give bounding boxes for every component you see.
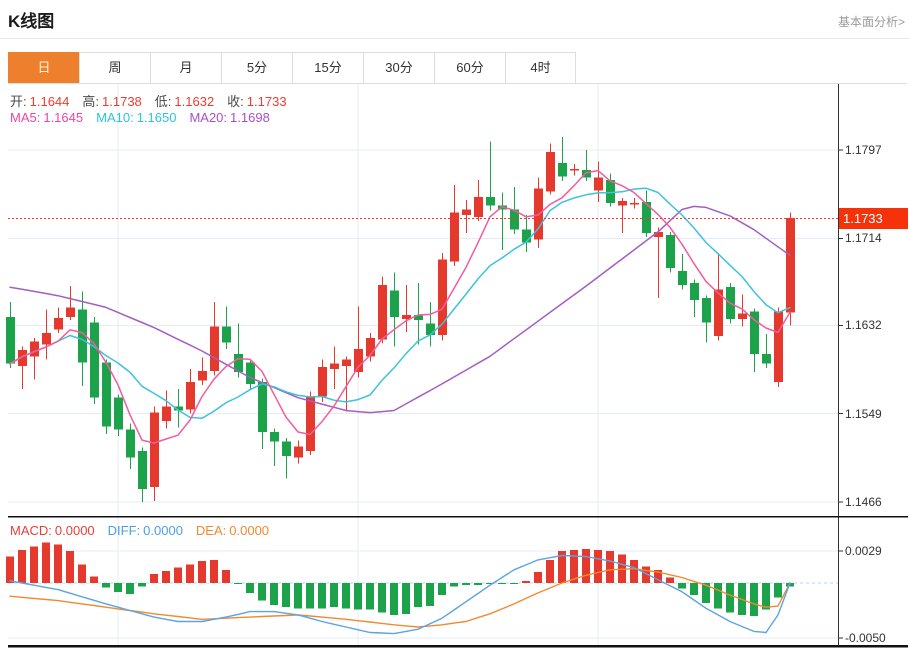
tab-月[interactable]: 月 [150, 52, 221, 83]
legend-close: 收: 1.1733 [227, 94, 287, 109]
macd-axis-label: -0.0050 [845, 631, 886, 645]
fundamental-analysis-link[interactable]: 基本面分析> [838, 13, 905, 30]
legend-diff: DIFF: 0.0000 [107, 523, 183, 538]
tab-bar: 日周月 5分 15分 30分 60分 4时 [8, 52, 907, 84]
tab-周[interactable]: 周 [79, 52, 150, 83]
kline-legend-ma: MA5: 1.1645 MA10: 1.1650 MA20: 1.1698 [10, 110, 283, 125]
macd-axis-label: 0.0029 [845, 544, 882, 559]
price-axis-label: 1.1714 [845, 231, 882, 246]
legend-ma10: MA10: 1.1650 [96, 110, 177, 125]
tab-15分[interactable]: 15分 [292, 52, 363, 83]
tab-30分[interactable]: 30分 [363, 52, 434, 83]
page-title: K线图 [8, 12, 55, 31]
macd-legend: MACD: 0.0000 DIFF: 0.0000 DEA: 0.0000 [10, 523, 282, 538]
legend-macd: MACD: 0.0000 [10, 523, 95, 538]
price-axis-label: 1.1466 [845, 494, 882, 509]
legend-ma20: MA20: 1.1698 [189, 110, 270, 125]
legend-high: 高: 1.1738 [82, 94, 142, 109]
kline-legend-ohlc: 开: 1.1644 高: 1.1738 低: 1.1632 收: 1.1733 [10, 91, 300, 110]
legend-ma5: MA5: 1.1645 [10, 110, 84, 125]
price-axis-label: 1.1549 [845, 406, 882, 421]
tab-5分[interactable]: 5分 [221, 52, 292, 83]
tab-4时[interactable]: 4时 [505, 52, 576, 83]
kline-page: K线图 基本面分析> 日周月 5分 15分 30分 60分 4时 开: 1.1644 高: 1.… [0, 0, 910, 649]
price-axis-label: 1.1632 [845, 318, 882, 333]
legend-low: 低: 1.1632 [154, 94, 215, 109]
current-price-tag: 1.1733 [839, 208, 908, 230]
tab-日[interactable]: 日 [8, 52, 79, 83]
header-divider [0, 38, 910, 39]
legend-open: 开: 1.1644 [10, 94, 70, 109]
tab-60分[interactable]: 60分 [434, 52, 505, 83]
legend-dea: DEA: 0.0000 [195, 523, 270, 538]
price-axis-label: 1.1797 [845, 143, 882, 157]
